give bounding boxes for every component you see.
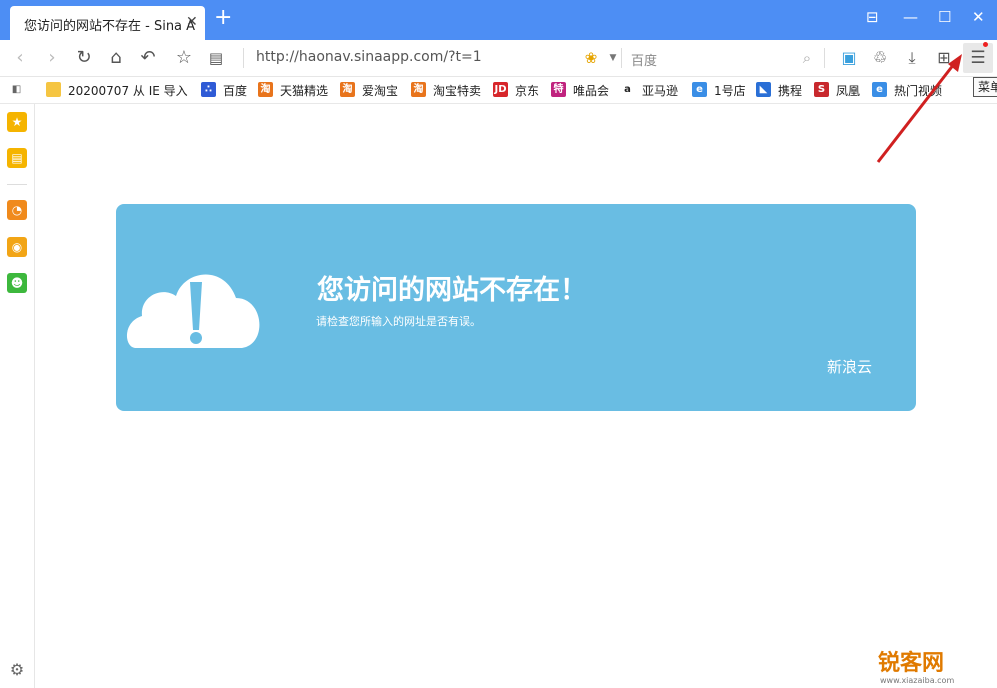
- notes-icon[interactable]: ▤: [7, 148, 27, 168]
- taobao-icon: 淘: [340, 82, 355, 97]
- taobao-icon: 淘: [258, 82, 273, 97]
- bookmark-item[interactable]: 携程: [778, 82, 802, 99]
- extension-icon[interactable]: ▣: [838, 47, 860, 69]
- watermark-url: www.xiazaiba.com: [880, 676, 955, 685]
- vip-icon: 特: [551, 82, 566, 97]
- left-sidebar: ★ ▤ ◔ ◉ ☻ ⚙: [0, 104, 35, 688]
- bookmark-item[interactable]: 百度: [223, 82, 247, 99]
- ie-icon: e: [692, 82, 707, 97]
- bookmark-item[interactable]: 亚马逊: [642, 82, 678, 99]
- title-bar: 您访问的网站不存在 - Sina A ✕ + ⊟ — ☐ ✕: [0, 0, 997, 40]
- bookmark-item[interactable]: 淘宝特卖: [433, 82, 481, 99]
- back-icon[interactable]: ‹: [9, 47, 31, 69]
- minimize-button[interactable]: —: [903, 8, 918, 26]
- error-card: 您访问的网站不存在！ 请检查您所输入的网址是否有误。 新浪云: [116, 204, 916, 411]
- amazon-icon: a: [620, 82, 635, 97]
- ctrip-icon: ◣: [756, 82, 771, 97]
- navigation-toolbar: ‹ › ↻ ⌂ ↶ ☆ ▤ http://haonav.sinaapp.com/…: [0, 40, 997, 77]
- reading-icon[interactable]: ▤: [205, 47, 227, 69]
- home-icon[interactable]: ⌂: [105, 47, 127, 69]
- divider: [243, 48, 244, 68]
- close-window-button[interactable]: ✕: [972, 8, 985, 26]
- cloud-warning-icon: [126, 274, 260, 348]
- divider: [7, 184, 27, 185]
- bookmark-item[interactable]: 凤凰: [836, 82, 860, 99]
- bookmark-item[interactable]: 唯品会: [573, 82, 609, 99]
- address-bar[interactable]: http://haonav.sinaapp.com/?t=1: [256, 49, 482, 65]
- bookmark-item[interactable]: 天猫精选: [280, 82, 328, 99]
- menu-icon: ☰: [970, 48, 986, 68]
- search-input[interactable]: 百度: [631, 50, 657, 69]
- divider: [621, 48, 622, 68]
- refresh-icon[interactable]: ↻: [73, 47, 95, 69]
- smiley-icon[interactable]: ☻: [7, 273, 27, 293]
- notification-dot: [983, 42, 988, 47]
- menu-tooltip: 菜单: [973, 77, 997, 97]
- layout-icon[interactable]: ⊟: [866, 8, 879, 26]
- ifeng-icon: S: [814, 82, 829, 97]
- favorites-icon[interactable]: ★: [7, 112, 27, 132]
- bookmark-item[interactable]: 20200707 从 IE 导入: [68, 82, 188, 99]
- folder-icon: [46, 82, 61, 97]
- tab-close-icon[interactable]: ✕: [186, 14, 198, 30]
- undo-icon[interactable]: ↶: [137, 47, 159, 69]
- bookmark-item[interactable]: 1号店: [714, 82, 746, 99]
- weibo-icon[interactable]: ◉: [7, 237, 27, 257]
- tab-title: 您访问的网站不存在 - Sina A: [24, 19, 196, 34]
- watermark-logo: 锐客网: [878, 651, 945, 676]
- bookmark-item[interactable]: 爱淘宝: [362, 82, 398, 99]
- rss-icon[interactable]: ◔: [7, 200, 27, 220]
- search-icon[interactable]: ⌕: [796, 47, 818, 69]
- sidebar-toggle-icon[interactable]: ◧: [9, 82, 24, 97]
- bookmarks-bar: ◧ 20200707 从 IE 导入 ∴ 百度 淘 天猫精选 淘 爱淘宝 淘 淘…: [0, 77, 997, 104]
- browser-tab[interactable]: 您访问的网站不存在 - Sina A ✕: [10, 6, 205, 40]
- jd-icon: JD: [493, 82, 508, 97]
- baidu-icon: ∴: [201, 82, 216, 97]
- favorite-star-icon[interactable]: ☆: [173, 47, 195, 69]
- divider: [824, 48, 825, 68]
- brand-label: 新浪云: [827, 358, 873, 376]
- taobao-icon: 淘: [411, 82, 426, 97]
- forward-icon[interactable]: ›: [41, 47, 63, 69]
- new-tab-button[interactable]: +: [214, 7, 232, 29]
- settings-gear-icon[interactable]: ⚙: [7, 660, 27, 680]
- annotation-arrow: [876, 54, 962, 163]
- error-subtitle: 请检查您所输入的网址是否有误。: [316, 315, 481, 328]
- maximize-button[interactable]: ☐: [938, 8, 951, 26]
- search-engine-icon[interactable]: ❀: [580, 47, 602, 69]
- bookmark-item[interactable]: 京东: [515, 82, 539, 99]
- error-title: 您访问的网站不存在！: [317, 275, 587, 306]
